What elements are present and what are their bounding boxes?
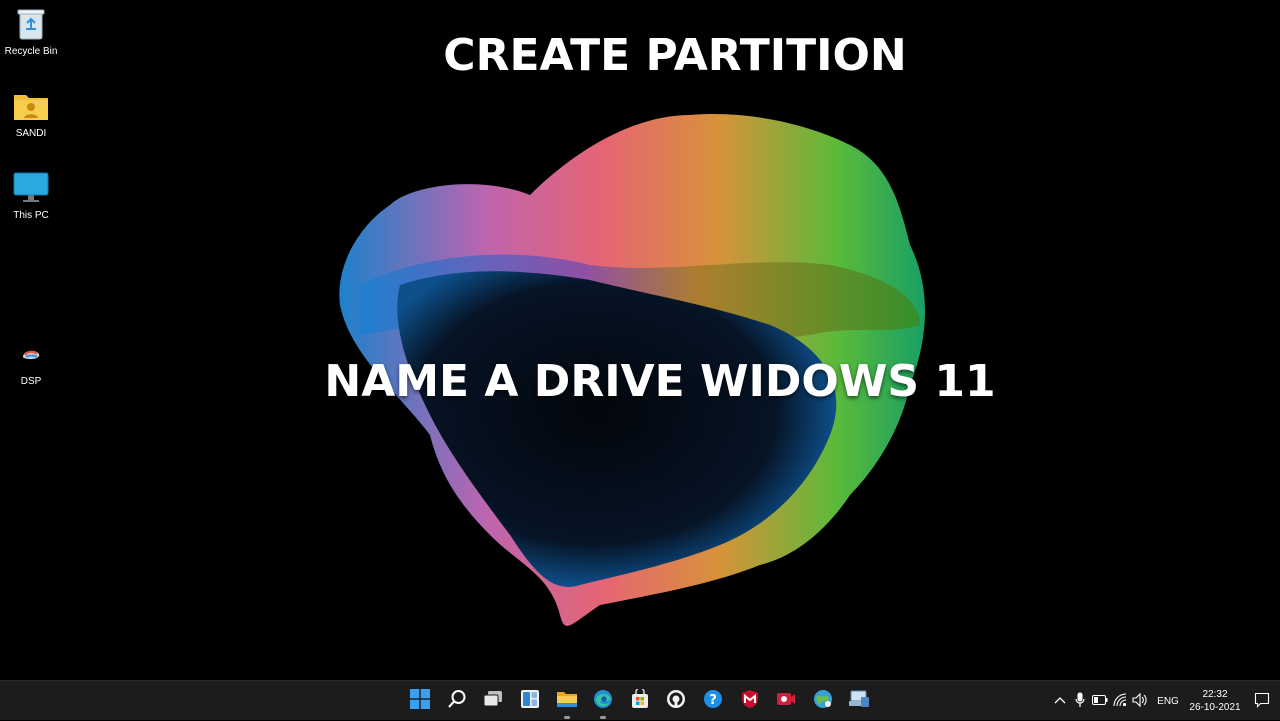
task-view-icon: [483, 690, 503, 713]
search-button[interactable]: [439, 681, 476, 721]
wifi-icon: [1113, 692, 1127, 710]
edge-icon: [593, 689, 613, 714]
network-app-button[interactable]: [805, 681, 842, 721]
notification-icon: [1254, 692, 1270, 711]
recorder-button[interactable]: [768, 681, 805, 721]
input-language-button[interactable]: ENG: [1150, 696, 1186, 707]
store-icon: [630, 686, 650, 714]
mcafee-icon: [740, 689, 760, 714]
taskbar: ? ENG 22:32 26-10-2021: [0, 680, 1280, 720]
file-explorer-button[interactable]: [548, 681, 585, 721]
microphone-icon: [1075, 692, 1085, 711]
help-button[interactable]: ?: [695, 681, 732, 721]
globe-icon: [813, 689, 833, 714]
clock-date: 26-10-2021: [1189, 702, 1241, 713]
task-view-button[interactable]: [475, 681, 512, 721]
widgets-icon: [520, 689, 540, 714]
desktop-icon-dsp[interactable]: DSP: [2, 336, 60, 387]
remote-app-button[interactable]: [841, 681, 878, 721]
desktop-icon-recycle-bin[interactable]: Recycle Bin: [2, 6, 60, 57]
desktop-icon-this-pc[interactable]: This PC: [2, 170, 60, 221]
store-button[interactable]: [622, 681, 659, 721]
battery-button[interactable]: [1090, 681, 1110, 721]
desktop-icon-label: Recycle Bin: [4, 46, 58, 57]
app-icon: [13, 336, 49, 372]
computer-icon: [848, 689, 870, 714]
desktop-icon-label: This PC: [13, 210, 49, 221]
circle-app-button[interactable]: [658, 681, 695, 721]
microphone-button[interactable]: [1070, 681, 1090, 721]
desktop-icon-label: DSP: [20, 376, 42, 387]
overlay-title-top: CREATE PARTITION: [443, 30, 907, 81]
help-icon: ?: [703, 689, 723, 714]
speaker-icon: [1132, 692, 1148, 710]
system-tray: ENG 22:32 26-10-2021: [1050, 681, 1280, 721]
windows-logo-icon: [410, 688, 431, 714]
clock-button[interactable]: 22:32 26-10-2021: [1186, 688, 1244, 714]
network-button[interactable]: [1110, 681, 1130, 721]
chevron-up-icon: [1054, 696, 1066, 707]
show-hidden-icons-button[interactable]: [1050, 681, 1070, 721]
widgets-button[interactable]: [512, 681, 549, 721]
battery-icon: [1092, 694, 1108, 708]
folder-icon: [556, 690, 578, 713]
running-indicator: [563, 716, 570, 719]
mcafee-button[interactable]: [731, 681, 768, 721]
svg-text:?: ?: [709, 693, 717, 708]
user-folder-icon: [13, 88, 49, 124]
running-indicator: [600, 716, 607, 719]
clock-time: 22:32: [1202, 689, 1228, 700]
notifications-button[interactable]: [1244, 681, 1280, 721]
desktop: CREATE PARTITION NAME A DRIVE WIDOWS 11 …: [0, 0, 1280, 680]
start-button[interactable]: [402, 681, 439, 721]
search-icon: [447, 689, 467, 714]
recycle-bin-icon: [13, 6, 49, 42]
desktop-icon-label: SANDI: [15, 128, 47, 139]
volume-button[interactable]: [1130, 681, 1150, 721]
taskbar-apps: ?: [402, 681, 878, 721]
circle-app-icon: [666, 689, 686, 714]
desktop-icon-sandi[interactable]: SANDI: [2, 88, 60, 139]
monitor-icon: [13, 170, 49, 206]
edge-button[interactable]: [585, 681, 622, 721]
overlay-title-mid: NAME A DRIVE WIDOWS 11: [324, 356, 996, 407]
camera-icon: [776, 690, 796, 713]
